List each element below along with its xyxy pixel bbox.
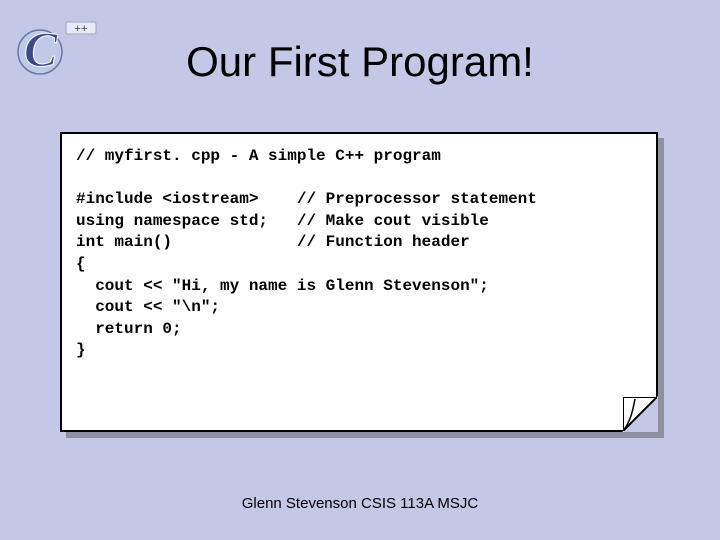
slide: C ++ Our First Program! // myfirst. cpp … xyxy=(0,0,720,540)
dog-ear-mask xyxy=(622,396,658,432)
logo-superscript: ++ xyxy=(74,24,87,36)
slide-title: Our First Program! xyxy=(0,38,720,86)
slide-footer: Glenn Stevenson CSIS 113A MSJC xyxy=(0,495,720,512)
code-box-panel: // myfirst. cpp - A simple C++ program #… xyxy=(60,132,658,432)
code-text: // myfirst. cpp - A simple C++ program #… xyxy=(76,146,642,362)
code-box: // myfirst. cpp - A simple C++ program #… xyxy=(60,132,658,432)
